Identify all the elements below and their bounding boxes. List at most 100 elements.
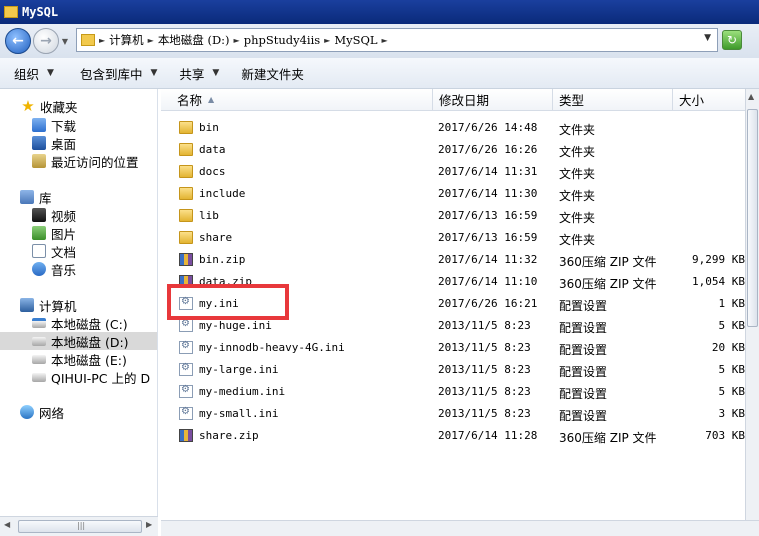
column-header-date[interactable]: 修改日期 xyxy=(433,89,553,111)
file-size: 9,299 KB xyxy=(692,253,745,266)
table-row[interactable]: bin.zip 2017/6/14 11:32 360压缩 ZIP 文件 9,299 … xyxy=(161,249,745,271)
folder-icon xyxy=(179,121,193,134)
file-name: my-large.ini xyxy=(199,363,279,376)
new-folder-button[interactable]: 新建文件夹 xyxy=(241,64,304,83)
nav-item-network[interactable]: 网络 xyxy=(0,403,157,421)
window-title: MySQL xyxy=(22,5,59,19)
table-row[interactable]: docs 2017/6/14 11:31 文件夹 xyxy=(161,161,745,183)
nav-label: 收藏夹 xyxy=(40,99,78,115)
file-date: 2013/11/5 8:23 xyxy=(438,385,531,398)
share-label: 共享 xyxy=(179,66,205,82)
drive-icon xyxy=(32,354,46,364)
column-header-name[interactable]: 名称 ▲ xyxy=(161,89,433,111)
network-drive-icon xyxy=(32,372,46,382)
music-icon xyxy=(32,262,46,276)
star-icon: ★ xyxy=(21,97,35,115)
file-date: 2017/6/14 11:31 xyxy=(438,165,538,178)
column-label: 类型 xyxy=(559,93,585,108)
table-row[interactable]: include 2017/6/14 11:30 文件夹 xyxy=(161,183,745,205)
table-row[interactable]: my-large.ini 2013/11/5 8:23 配置设置 5 KB xyxy=(161,359,745,381)
nav-label: 本地磁盘 (D:) xyxy=(51,334,129,350)
chevron-right-icon[interactable]: ► xyxy=(234,36,240,45)
sort-ascending-icon: ▲ xyxy=(208,95,215,104)
file-date: 2017/6/14 11:10 xyxy=(438,275,538,288)
ini-icon xyxy=(179,340,193,354)
column-header-size[interactable]: 大小 xyxy=(673,89,745,111)
file-size: 1,054 KB xyxy=(692,275,745,288)
chevron-right-icon[interactable]: ► xyxy=(324,36,330,45)
address-bar[interactable]: ► 计算机 ► 本地磁盘 (D:) ► phpStudy4iis ► MySQL… xyxy=(76,28,718,52)
address-row: ← → ▼ ► 计算机 ► 本地磁盘 (D:) ► phpStudy4iis ►… xyxy=(0,24,759,58)
nav-item-music[interactable]: 音乐 xyxy=(0,260,157,278)
nav-item-videos[interactable]: 视频 xyxy=(0,206,157,224)
system-drive-icon xyxy=(32,318,46,328)
scrollbar-thumb[interactable] xyxy=(747,109,758,327)
nav-item-drive-c[interactable]: 本地磁盘 (C:) xyxy=(0,314,157,332)
chevron-down-icon: ▼ xyxy=(47,68,54,78)
highlight-box xyxy=(167,284,289,320)
chevron-right-icon[interactable]: ▶ xyxy=(146,520,152,529)
forward-button[interactable]: → xyxy=(33,28,59,54)
file-name: share.zip xyxy=(199,429,259,442)
nav-item-drive-d[interactable]: 本地磁盘 (D:) xyxy=(0,332,157,350)
file-type: 文件夹 xyxy=(559,233,596,247)
document-icon xyxy=(32,244,46,258)
include-in-library-button[interactable]: 包含到库中 ▼ xyxy=(80,64,157,83)
nav-item-pictures[interactable]: 图片 xyxy=(0,224,157,242)
recent-pages-dropdown[interactable]: ▼ xyxy=(59,37,71,46)
nav-item-desktop[interactable]: 桌面 xyxy=(0,134,157,152)
table-row[interactable]: data 2017/6/26 16:26 文件夹 xyxy=(161,139,745,161)
table-row[interactable]: my-medium.ini 2013/11/5 8:23 配置设置 5 KB xyxy=(161,381,745,403)
table-row[interactable]: share 2017/6/13 16:59 文件夹 xyxy=(161,227,745,249)
nav-item-recent[interactable]: 最近访问的位置 xyxy=(0,152,157,170)
file-name: bin.zip xyxy=(199,253,246,266)
chevron-up-icon[interactable]: ▲ xyxy=(748,92,754,101)
share-button[interactable]: 共享 ▼ xyxy=(179,64,219,83)
nav-item-drive-e[interactable]: 本地磁盘 (E:) xyxy=(0,350,157,368)
chevron-right-icon[interactable]: ► xyxy=(382,36,388,45)
ini-icon xyxy=(179,362,193,376)
nav-horizontal-scrollbar[interactable]: ◀ ||| ▶ xyxy=(0,516,158,536)
file-name: my-huge.ini xyxy=(199,319,272,332)
breadcrumb-phpstudy[interactable]: phpStudy4iis xyxy=(244,33,320,47)
chevron-down-icon: ▼ xyxy=(150,68,158,78)
table-row[interactable]: bin 2017/6/26 14:48 文件夹 xyxy=(161,117,745,139)
chevron-down-icon[interactable]: ▼ xyxy=(704,33,711,43)
nav-label: 网络 xyxy=(39,405,65,421)
chevron-right-icon[interactable]: ► xyxy=(148,36,154,45)
table-row[interactable]: share.zip 2017/6/14 11:28 360压缩 ZIP 文件 703 … xyxy=(161,425,745,447)
table-row[interactable]: lib 2017/6/13 16:59 文件夹 xyxy=(161,205,745,227)
back-button[interactable]: ← xyxy=(5,28,31,54)
nav-label: 音乐 xyxy=(51,262,77,278)
table-row[interactable]: my-innodb-heavy-4G.ini 2013/11/5 8:23 配置设置… xyxy=(161,337,745,359)
organize-button[interactable]: 组织 ▼ xyxy=(14,64,54,83)
nav-item-network-drive[interactable]: QIHUI-PC 上的 D xyxy=(0,368,157,386)
table-row[interactable]: my-small.ini 2013/11/5 8:23 配置设置 3 KB xyxy=(161,403,745,425)
column-header-type[interactable]: 类型 xyxy=(553,89,673,111)
chevron-right-icon[interactable]: ► xyxy=(99,36,105,45)
nav-item-libraries[interactable]: 库 xyxy=(0,188,157,206)
breadcrumb-computer[interactable]: 计算机 xyxy=(109,32,144,48)
file-type: 配置设置 xyxy=(559,387,608,401)
folder-icon xyxy=(81,34,95,46)
scrollbar-thumb[interactable]: ||| xyxy=(18,520,142,533)
nav-label: 图片 xyxy=(51,226,77,242)
file-list-vertical-scrollbar[interactable]: ▲ xyxy=(745,89,759,520)
chevron-left-icon[interactable]: ◀ xyxy=(4,520,10,529)
breadcrumb-mysql[interactable]: MySQL xyxy=(334,33,377,47)
nav-item-computer[interactable]: 计算机 xyxy=(0,296,157,314)
nav-item-documents[interactable]: 文档 xyxy=(0,242,157,260)
column-label: 名称 xyxy=(177,93,203,108)
refresh-button[interactable]: ↻ xyxy=(722,30,742,50)
nav-label: 视频 xyxy=(51,208,77,224)
video-icon xyxy=(32,208,46,222)
organize-label: 组织 xyxy=(14,66,40,82)
ini-icon xyxy=(179,384,193,398)
drive-icon xyxy=(32,336,46,346)
nav-item-downloads[interactable]: 下载 xyxy=(0,116,157,134)
file-type: 360压缩 ZIP 文件 xyxy=(559,277,657,291)
zip-icon xyxy=(179,253,193,266)
breadcrumb-drive-d[interactable]: 本地磁盘 (D:) xyxy=(158,32,230,48)
nav-item-favorites[interactable]: ★ 收藏夹 xyxy=(0,97,157,115)
computer-icon xyxy=(20,298,34,312)
